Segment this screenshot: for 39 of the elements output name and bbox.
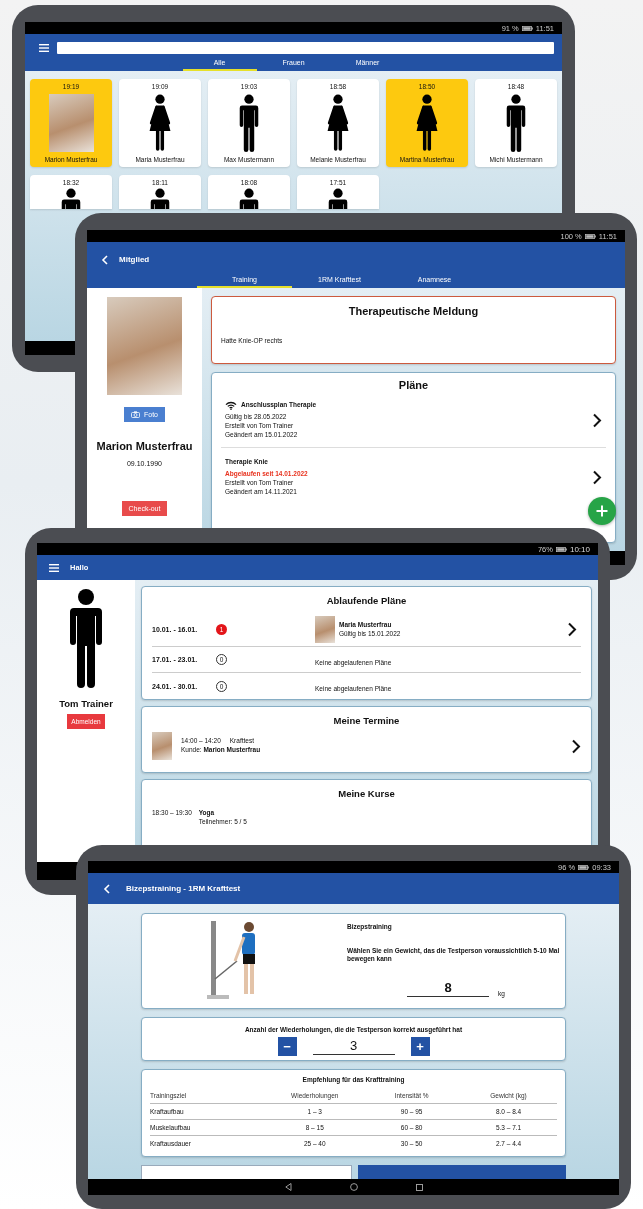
screen-title: Bizepstraining - 1RM Krafttest xyxy=(126,884,241,893)
repetitions-field[interactable]: 3 xyxy=(312,1038,395,1055)
back-icon[interactable] xyxy=(284,1183,292,1191)
decrease-button[interactable]: − xyxy=(277,1037,297,1056)
card-title: Meine Termine xyxy=(332,715,401,726)
trainer-name: Tom Trainer xyxy=(59,698,113,709)
photo-placeholder xyxy=(315,615,335,643)
battery-icon xyxy=(521,25,533,31)
female-figure-icon xyxy=(326,94,350,152)
chevron-right-icon[interactable] xyxy=(592,469,602,485)
chevron-right-icon[interactable] xyxy=(567,621,577,637)
battery-icon xyxy=(584,233,596,239)
female-figure-icon xyxy=(148,94,172,152)
menu-icon[interactable] xyxy=(49,563,59,572)
photo-placeholder xyxy=(48,94,94,152)
battery-icon xyxy=(555,546,567,552)
increase-button[interactable]: + xyxy=(410,1037,430,1056)
female-figure-icon xyxy=(415,94,439,152)
male-figure-icon xyxy=(237,94,261,152)
male-figure-icon xyxy=(504,94,528,152)
card-title: Ablaufende Pläne xyxy=(325,595,408,606)
chevron-right-icon[interactable] xyxy=(571,738,581,754)
search-field[interactable] xyxy=(57,42,554,54)
weight-field[interactable]: 8 xyxy=(407,979,489,997)
recent-apps-icon[interactable] xyxy=(415,1183,423,1191)
clock: 10:10 xyxy=(569,544,590,554)
card-title: Therapeutische Meldung xyxy=(347,305,480,317)
home-icon[interactable] xyxy=(349,1183,358,1191)
battery-icon xyxy=(578,864,590,870)
chevron-right-icon[interactable] xyxy=(592,412,602,428)
wifi-icon xyxy=(225,401,237,410)
card-title: Meine Kurse xyxy=(337,788,396,799)
menu-icon[interactable] xyxy=(39,44,49,52)
card-title: Pläne xyxy=(397,379,430,391)
camera-icon xyxy=(131,411,140,418)
photo-placeholder xyxy=(152,732,172,760)
member-name: Marion Musterfrau xyxy=(96,440,193,452)
plus-icon xyxy=(596,505,608,517)
screen-title: Mitglied xyxy=(119,255,150,264)
